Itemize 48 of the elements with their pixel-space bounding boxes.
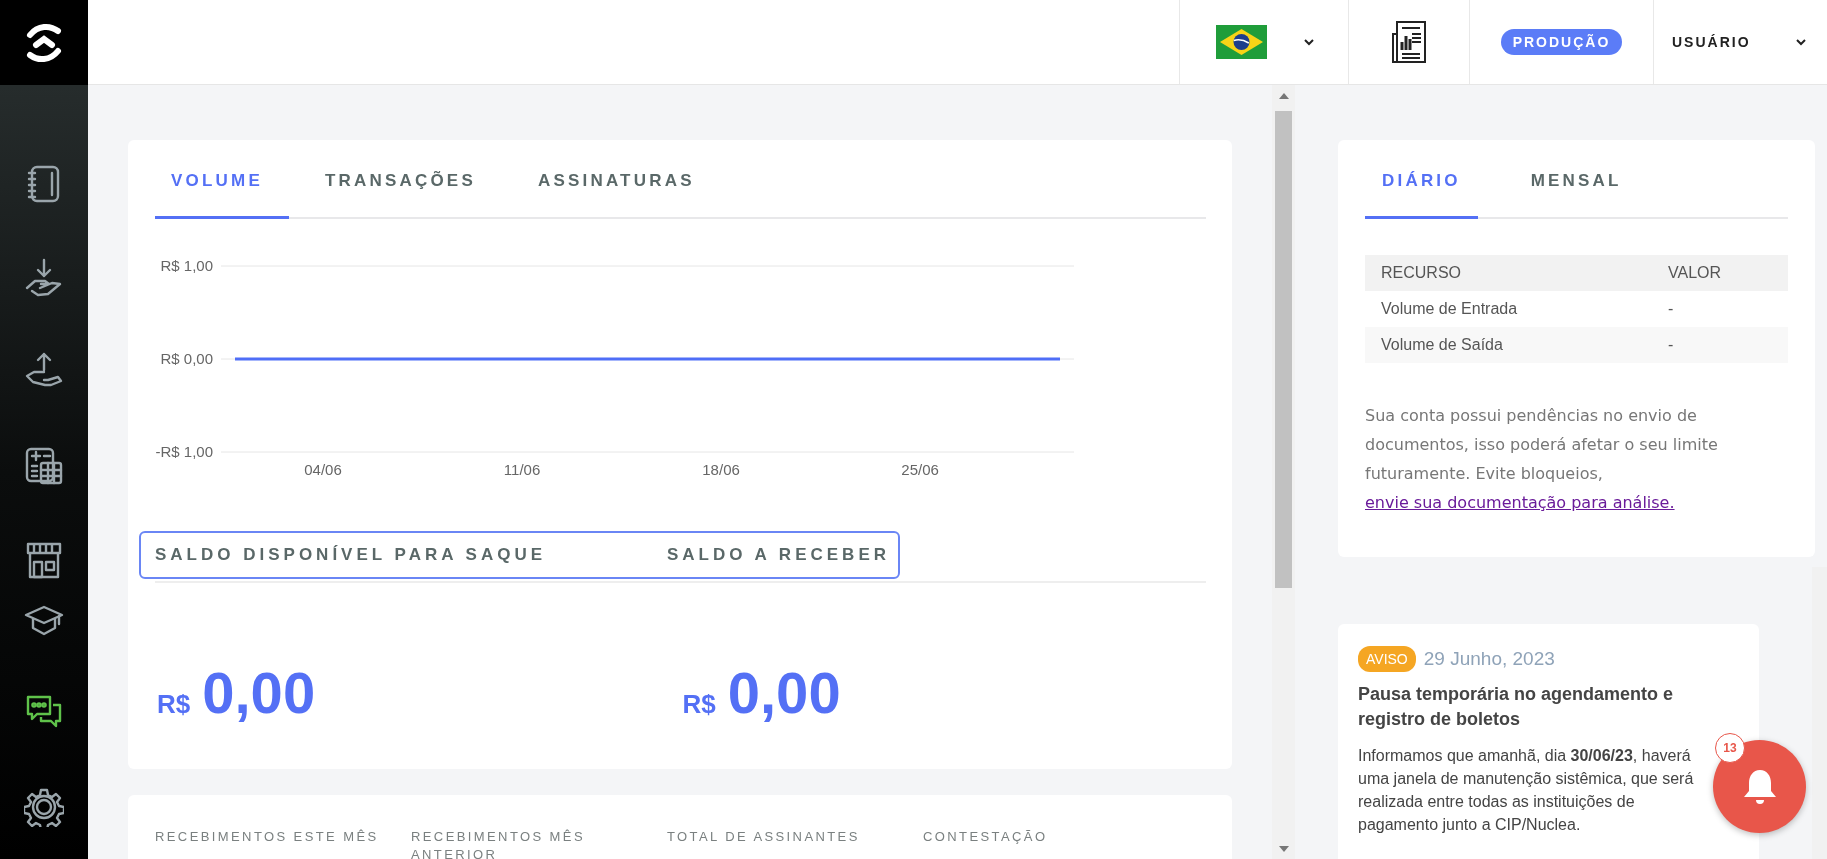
- flag-icon[interactable]: [1216, 25, 1267, 59]
- axis-label: 11/06: [503, 461, 541, 478]
- column-header: VALOR: [1668, 264, 1722, 282]
- scroll-down-arrow[interactable]: [1278, 846, 1289, 852]
- table-cell: -: [1668, 336, 1674, 354]
- currency-symbol: R$: [157, 689, 191, 720]
- tab[interactable]: ASSINATURAS: [521, 140, 721, 219]
- document-chart-icon[interactable]: [1389, 20, 1429, 64]
- stat-label: TOTAL DE ASSINANTES: [667, 828, 861, 846]
- axis-label: 25/06: [901, 461, 939, 478]
- table-cell-text: Volume de Saída: [1381, 336, 1504, 354]
- balance-amount: 0,00: [727, 659, 841, 726]
- tab[interactable]: MENSAL: [1513, 140, 1639, 219]
- caret-icon: [1794, 37, 1807, 47]
- tab[interactable]: DIÁRIO: [1365, 140, 1478, 219]
- user-menu[interactable]: USUÁRIO: [1672, 34, 1807, 50]
- gear-icon[interactable]: [24, 787, 64, 827]
- environment-badge: PRODUÇÃO: [1500, 29, 1623, 55]
- balance-tab[interactable]: SALDO DISPONÍVEL PARA SAQUE: [155, 545, 547, 565]
- stat-label: CONTESTAÇÃO: [923, 828, 1049, 846]
- balance-amount: 0,00: [202, 659, 316, 726]
- axis-label: 18/06: [702, 461, 740, 478]
- tab[interactable]: TRANSAÇÕES: [308, 140, 502, 219]
- caret-icon[interactable]: [1303, 37, 1315, 47]
- news-date: 29 Junho, 2023: [1423, 648, 1555, 670]
- axis-label: R$ 0,00: [160, 350, 213, 367]
- store-icon[interactable]: [24, 540, 64, 580]
- column-header: RECURSO: [1381, 264, 1462, 282]
- balance-tab[interactable]: SALDO A RECEBER: [666, 545, 890, 565]
- axis-label: R$ 1,00: [160, 257, 213, 274]
- table-cell: -: [1668, 300, 1674, 318]
- news-title: Pausa temporária no agendamento e registro de boletos: [1358, 683, 1675, 731]
- tab[interactable]: VOLUME: [155, 140, 289, 219]
- document-link[interactable]: envie sua documentação para análise.: [1365, 493, 1675, 512]
- calculator-icon[interactable]: [24, 446, 64, 486]
- scroll-up-arrow[interactable]: [1278, 93, 1289, 99]
- axis-label: 04/06: [304, 461, 342, 478]
- stat-label: RECEBIMENTOS ESTE MÊS: [155, 828, 380, 846]
- table-cell-text: Volume de Entrada: [1381, 300, 1519, 318]
- currency-symbol: R$: [682, 689, 716, 720]
- axis-label: -R$ 1,00: [155, 443, 213, 460]
- scrollbar[interactable]: [1272, 85, 1295, 859]
- news-text: Informamos que amanhã, dia 30/06/23, haverá uma janela de manutenção sistêmica, que será realizada entre todas as instituições de pagamento junto a CIP/Nuclea.: [1358, 746, 1695, 835]
- hand-arrow-down-icon[interactable]: [24, 258, 64, 298]
- notice-tag: AVISO: [1358, 646, 1416, 672]
- scrollbar-thumb[interactable]: [1275, 111, 1292, 588]
- notice-text: Sua conta possui pendências no envio de documentos, isso poderá afetar o seu limite futuramente. Evite bloqueios, envie sua documentação para análise.: [1365, 405, 1719, 514]
- stat-label: RECEBIMENTOS MÊS ANTERIOR: [411, 828, 586, 859]
